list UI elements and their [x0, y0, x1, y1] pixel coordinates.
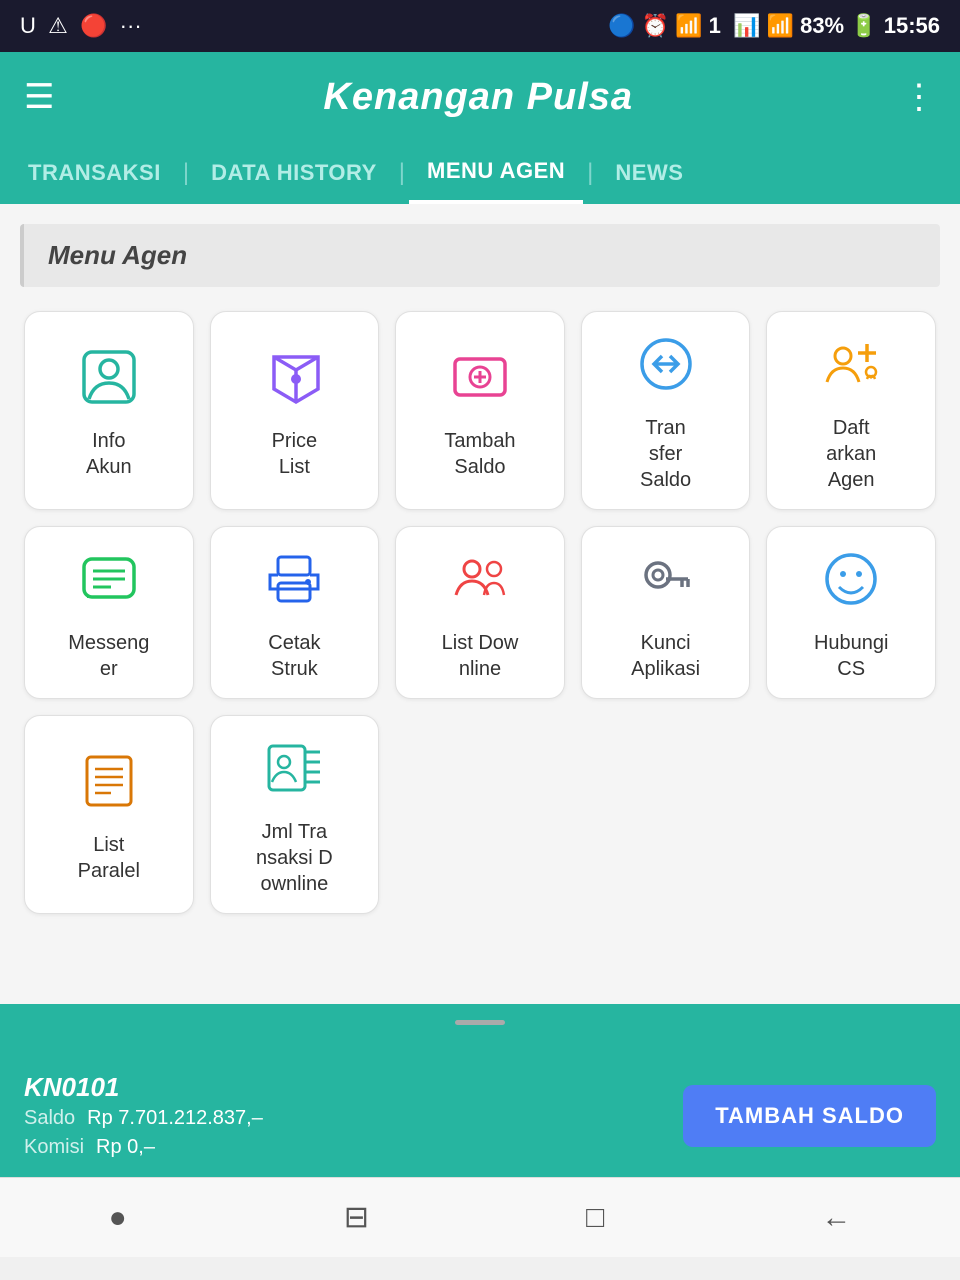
square-nav-icon[interactable]: □	[556, 1191, 634, 1245]
cetak-struk-label: CetakStruk	[268, 630, 320, 682]
cetak-struk-icon	[264, 549, 324, 618]
menu-row-2: Messenger CetakStruk	[20, 526, 940, 699]
menu-item-hubungi-cs[interactable]: HubungiCS	[766, 526, 936, 699]
messenger-icon	[79, 549, 139, 618]
user-id: KN0101	[24, 1072, 263, 1103]
home-nav-icon[interactable]: ●	[79, 1191, 157, 1245]
info-akun-icon	[79, 347, 139, 416]
tab-bar: TRANSAKSI | DATA HISTORY | MENU AGEN | N…	[0, 142, 960, 204]
komisi-label: Komisi	[24, 1136, 84, 1159]
komisi-value: Rp 0,–	[96, 1136, 155, 1159]
daftarkan-agen-icon	[821, 334, 881, 403]
price-list-label: PriceList	[272, 428, 318, 480]
tab-news[interactable]: NEWS	[597, 142, 701, 204]
menu-item-daftarkan-agen[interactable]: DaftarkanAgen	[766, 311, 936, 510]
more-options-icon[interactable]: ⋮	[902, 77, 936, 117]
menu-item-cetak-struk[interactable]: CetakStruk	[210, 526, 380, 699]
tambah-saldo-label: TambahSaldo	[444, 428, 515, 480]
back-nav-icon[interactable]: ←	[791, 1191, 881, 1245]
saldo-label: Saldo	[24, 1107, 75, 1130]
komisi-row: Komisi Rp 0,–	[24, 1136, 263, 1159]
menu-item-price-list[interactable]: PriceList	[210, 311, 380, 510]
nav-bar: ● ⊟ □ ←	[0, 1177, 960, 1257]
menu-item-messenger[interactable]: Messenger	[24, 526, 194, 699]
bottom-info: KN0101 Saldo Rp 7.701.212.837,– Komisi R…	[24, 1072, 263, 1159]
tab-menu-agen[interactable]: MENU AGEN	[409, 142, 583, 204]
status-icons-left: U ⚠ 🔴 ···	[20, 13, 142, 39]
saldo-value: Rp 7.701.212.837,–	[87, 1107, 263, 1130]
app-bar: ☰ Kenangan Pulsa ⋮	[0, 52, 960, 142]
transfer-saldo-label: TransferSaldo	[640, 415, 691, 493]
status-right-icons: 🔵 ⏰ 📶 1 📊 📶 83% 🔋 15:56	[608, 13, 940, 39]
app-title: Kenangan Pulsa	[323, 76, 633, 119]
menu-item-tambah-saldo[interactable]: TambahSaldo	[395, 311, 565, 510]
tambah-saldo-icon	[450, 347, 510, 416]
info-akun-label: InfoAkun	[86, 428, 132, 480]
main-content: Menu Agen InfoAkun	[0, 204, 960, 1004]
transfer-saldo-icon	[636, 334, 696, 403]
tab-transaksi[interactable]: TRANSAKSI	[10, 142, 179, 204]
list-paralel-label: ListParalel	[78, 832, 140, 884]
menu-row-3: ListParalel Jml Transaksi Downline	[20, 715, 940, 914]
list-downline-label: List Downline	[442, 630, 519, 682]
saldo-row: Saldo Rp 7.701.212.837,–	[24, 1107, 263, 1130]
hubungi-cs-icon	[821, 549, 881, 618]
menu-item-kunci-aplikasi[interactable]: KunciAplikasi	[581, 526, 751, 699]
hubungi-cs-label: HubungiCS	[814, 630, 889, 682]
menu-item-list-downline[interactable]: List Downline	[395, 526, 565, 699]
bottom-bar-wrapper: KN0101 Saldo Rp 7.701.212.837,– Komisi R…	[0, 1004, 960, 1177]
price-list-icon	[264, 347, 324, 416]
menu-item-info-akun[interactable]: InfoAkun	[24, 311, 194, 510]
kunci-aplikasi-icon	[636, 549, 696, 618]
recent-nav-icon[interactable]: ⊟	[314, 1190, 399, 1245]
daftarkan-agen-label: DaftarkanAgen	[826, 415, 876, 493]
jml-transaksi-downline-label: Jml Transaksi Downline	[256, 819, 333, 897]
tambah-saldo-button[interactable]: TAMBAH SALDO	[683, 1085, 936, 1147]
menu-row-1: InfoAkun PriceList	[20, 311, 940, 510]
bottom-details: Saldo Rp 7.701.212.837,– Komisi Rp 0,–	[24, 1103, 263, 1159]
status-left-icons: U ⚠ 🔴 ···	[20, 13, 142, 39]
section-header: Menu Agen	[20, 224, 940, 287]
menu-item-list-paralel[interactable]: ListParalel	[24, 715, 194, 914]
status-bar: U ⚠ 🔴 ··· 🔵 ⏰ 📶 1 📊 📶 83% 🔋 15:56	[0, 0, 960, 52]
kunci-aplikasi-label: KunciAplikasi	[631, 630, 700, 682]
bottom-bar: KN0101 Saldo Rp 7.701.212.837,– Komisi R…	[0, 1054, 960, 1177]
status-icons-right: 🔵 ⏰ 📶 1 📊 📶 83% 🔋 15:56	[608, 13, 940, 39]
messenger-label: Messenger	[68, 630, 149, 682]
menu-grid-row1: InfoAkun PriceList	[20, 311, 940, 510]
jml-transaksi-downline-icon	[264, 738, 324, 807]
tab-data-history[interactable]: DATA HISTORY	[193, 142, 395, 204]
menu-grid-row2: Messenger CetakStruk	[20, 526, 940, 699]
list-downline-icon	[450, 549, 510, 618]
list-paralel-icon	[79, 751, 139, 820]
menu-grid-row3: ListParalel Jml Transaksi Downline	[20, 715, 940, 914]
menu-item-jml-transaksi-downline[interactable]: Jml Transaksi Downline	[210, 715, 380, 914]
menu-item-transfer-saldo[interactable]: TransferSaldo	[581, 311, 751, 510]
hamburger-icon[interactable]: ☰	[24, 77, 54, 117]
